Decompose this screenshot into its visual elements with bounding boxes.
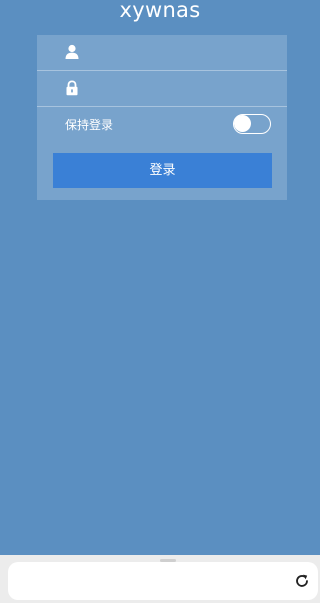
reload-icon[interactable] xyxy=(294,573,310,589)
remember-label: 保持登录 xyxy=(65,118,114,132)
login-button[interactable]: 登录 xyxy=(53,153,272,188)
user-icon xyxy=(65,44,79,60)
browser-bottom-bar xyxy=(0,555,320,603)
password-row xyxy=(37,71,287,107)
url-bar[interactable] xyxy=(8,562,318,600)
username-input[interactable] xyxy=(87,40,281,66)
username-row xyxy=(37,35,287,71)
remember-row: 保持登录 xyxy=(37,107,287,145)
remember-toggle[interactable] xyxy=(233,114,271,134)
lock-icon xyxy=(65,80,79,96)
toggle-knob xyxy=(234,115,251,132)
password-input[interactable] xyxy=(87,76,281,102)
app-title: xywnas xyxy=(119,0,201,22)
login-panel: 保持登录 登录 xyxy=(37,35,287,200)
